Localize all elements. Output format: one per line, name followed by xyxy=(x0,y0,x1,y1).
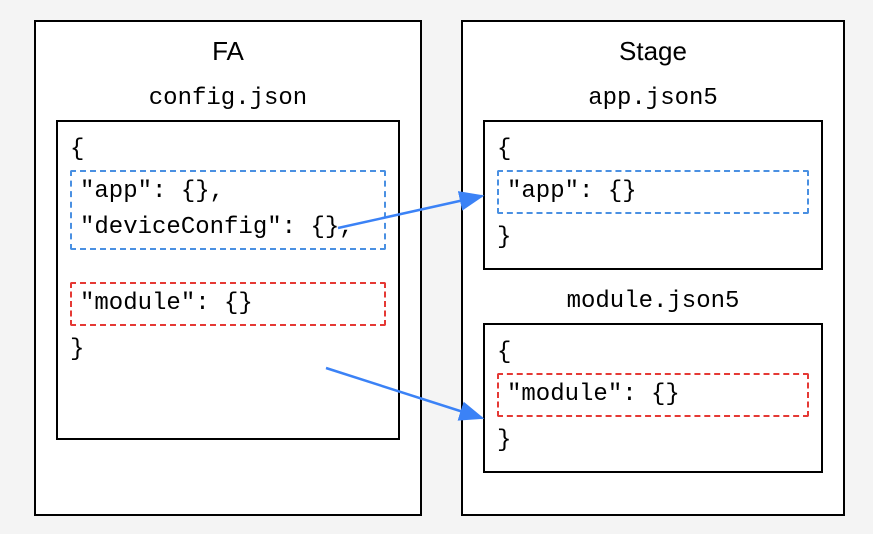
stage-file2-box: { "module": {} } xyxy=(483,323,823,473)
fa-module-group: "module": {} xyxy=(70,282,386,326)
gap xyxy=(70,256,386,280)
stage-file2-name: module.json5 xyxy=(463,288,843,315)
stage-panel: Stage app.json5 { "app": {} } module.jso… xyxy=(461,20,845,516)
fa-app-group: "app": {}, "deviceConfig": {}, xyxy=(70,170,386,250)
close-brace: } xyxy=(497,220,809,256)
stage-file1-name: app.json5 xyxy=(463,85,843,112)
stage-file1-box: { "app": {} } xyxy=(483,120,823,270)
close-brace: } xyxy=(70,332,386,368)
stage-module-line: "module": {} xyxy=(507,377,799,413)
fa-module-line: "module": {} xyxy=(80,286,376,322)
fa-deviceconfig-line: "deviceConfig": {}, xyxy=(80,210,376,246)
fa-title: FA xyxy=(36,36,420,67)
stage-module-group: "module": {} xyxy=(497,373,809,417)
stage-app-group: "app": {} xyxy=(497,170,809,214)
fa-app-line: "app": {}, xyxy=(80,174,376,210)
open-brace: { xyxy=(497,132,809,168)
open-brace: { xyxy=(497,335,809,371)
stage-title: Stage xyxy=(463,36,843,67)
close-brace: } xyxy=(497,423,809,459)
fa-file-name: config.json xyxy=(36,85,420,112)
fa-file-box: { "app": {}, "deviceConfig": {}, "module… xyxy=(56,120,400,440)
fa-panel: FA config.json { "app": {}, "deviceConfi… xyxy=(34,20,422,516)
open-brace: { xyxy=(70,132,386,168)
stage-app-line: "app": {} xyxy=(507,174,799,210)
